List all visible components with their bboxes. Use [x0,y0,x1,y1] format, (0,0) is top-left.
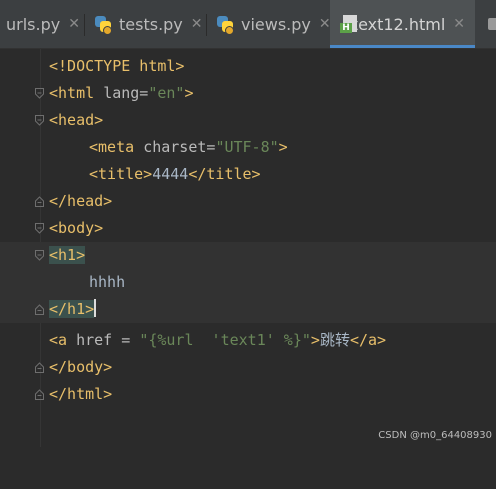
fold-icon[interactable] [35,223,44,234]
code-line: </html> [0,381,496,408]
python-file-icon [216,15,234,35]
code-line: <meta charset="UTF-8"> [89,138,288,156]
tab-label: views.py [241,14,311,34]
tab-label: urls.py [6,14,61,34]
code-line: </body> [0,354,496,381]
python-file-icon [94,15,112,35]
fold-icon[interactable] [35,389,44,400]
code-line: <html lang="en"> [0,80,496,107]
code-line: <head> [0,107,496,134]
html-file-icon: H [340,15,357,33]
fold-icon[interactable] [35,196,44,207]
tab-views-py[interactable]: views.py ✕ [216,0,331,48]
code-line: <!DOCTYPE html> [49,57,185,75]
matched-tag: <h1> [49,246,86,264]
matched-tag: </h1> [49,300,95,318]
code-editor[interactable]: <!DOCTYPE html> <html lang="en"> <head> … [0,49,496,447]
close-tab-icon[interactable]: ✕ [319,16,331,32]
fold-icon[interactable] [35,250,44,261]
tab-tests-py[interactable]: tests.py ✕ [94,0,203,48]
editor-tab-bar: urls.py ✕ tests.py ✕ views.py ✕ H text12… [0,0,496,49]
fold-icon[interactable] [35,115,44,126]
tab-label: text12.html [351,14,446,34]
close-tab-icon[interactable]: ✕ [453,16,465,32]
file-icon-partial[interactable] [484,14,496,34]
close-tab-icon[interactable]: ✕ [191,16,203,32]
code-line-current: </h1> [0,296,496,323]
tab-text12-html[interactable]: H text12.html ✕ [330,0,475,48]
tab-label: tests.py [119,14,183,34]
watermark: CSDN @m0_64408930 [378,430,492,441]
fold-icon[interactable] [35,88,44,99]
fold-icon[interactable] [35,362,44,373]
code-line-current: hhhh [0,269,496,296]
code-line-current: <h1> [0,242,496,269]
text-caret [94,299,97,317]
code-line: <title>4444</title> [89,165,261,183]
code-line: <body> [0,215,496,242]
fold-icon[interactable] [35,304,44,315]
close-tab-icon[interactable]: ✕ [68,16,80,32]
code-line: <a href = "{%url 'text1' %}">跳转</a> [49,331,387,349]
code-line: </head> [0,188,496,215]
tab-urls-py[interactable]: urls.py ✕ [6,0,80,48]
